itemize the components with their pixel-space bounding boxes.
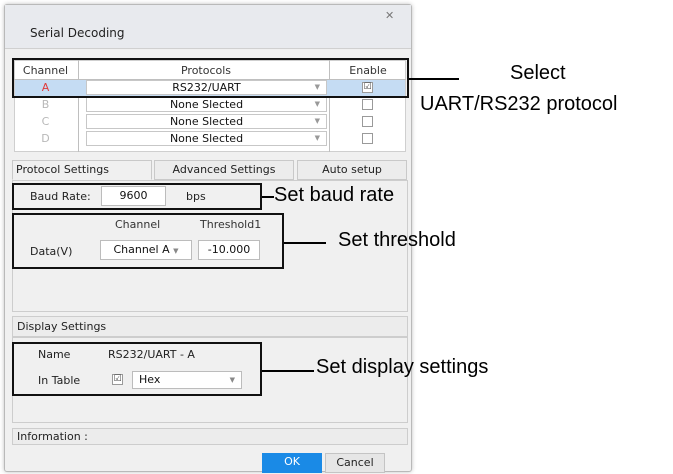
name-label: Name: [38, 348, 71, 361]
display-format-select[interactable]: Hex ▼: [132, 371, 242, 389]
cancel-button[interactable]: Cancel: [325, 453, 385, 473]
callout-line-baud: [262, 196, 274, 198]
callout-line-threshold: [284, 242, 326, 244]
dialog-title: Serial Decoding: [30, 26, 125, 40]
name-value: RS232/UART - A: [108, 348, 195, 361]
threshold-column-label: Threshold1: [200, 218, 262, 231]
enable-checkbox-c[interactable]: [362, 116, 373, 127]
chevron-down-icon: ▼: [173, 247, 179, 255]
in-table-checkbox[interactable]: ☑: [112, 374, 123, 385]
close-icon[interactable]: ✕: [385, 9, 394, 22]
protocol-value: None Slected: [169, 132, 244, 145]
protocol-select-d[interactable]: None Slected ▼: [86, 131, 327, 146]
chevron-down-icon: ▼: [229, 376, 235, 384]
baud-rate-label: Baud Rate:: [30, 190, 91, 203]
baud-unit-label: bps: [186, 190, 206, 203]
tab-auto-setup[interactable]: Auto setup: [297, 160, 407, 180]
callout-threshold: Set threshold: [338, 229, 456, 251]
callout-line-protocol: [409, 78, 459, 80]
callout-protocol: UART/RS232 protocol: [420, 93, 618, 115]
channel-d-label: D: [41, 132, 50, 145]
callout-display: Set display settings: [316, 356, 489, 378]
protocol-select-c[interactable]: None Slected ▼: [86, 114, 327, 129]
callout-baud: Set baud rate: [274, 184, 395, 206]
enable-checkbox-d[interactable]: [362, 133, 373, 144]
ok-button[interactable]: OK: [262, 453, 322, 473]
threshold-input[interactable]: -10.000: [198, 240, 260, 260]
tab-protocol-settings[interactable]: Protocol Settings: [12, 160, 152, 180]
chevron-down-icon: ▼: [314, 117, 320, 125]
channel-b-label: B: [41, 98, 50, 111]
callout-select: Select: [510, 62, 566, 84]
data-channel-value: Channel A: [113, 243, 170, 256]
annotation-box-protocol: [12, 58, 409, 98]
protocol-select-b[interactable]: None Slected ▼: [86, 97, 327, 112]
protocol-value: None Slected: [169, 98, 244, 111]
channel-column-label: Channel: [115, 218, 161, 231]
chevron-down-icon: ▼: [314, 100, 320, 108]
protocol-value: None Slected: [169, 115, 244, 128]
information-label: Information :: [17, 430, 88, 443]
baud-rate-input[interactable]: 9600: [101, 186, 166, 206]
display-settings-title: Display Settings: [17, 320, 107, 333]
channel-c-label: C: [41, 115, 50, 128]
tab-advanced-settings[interactable]: Advanced Settings: [154, 160, 294, 180]
callout-line-display: [262, 370, 314, 372]
data-channel-select[interactable]: Channel A ▼: [100, 240, 192, 260]
in-table-label: In Table: [38, 374, 81, 387]
data-voltage-label: Data(V): [30, 245, 73, 258]
chevron-down-icon: ▼: [314, 134, 320, 142]
enable-checkbox-b[interactable]: [362, 99, 373, 110]
display-format-value: Hex: [139, 373, 161, 386]
